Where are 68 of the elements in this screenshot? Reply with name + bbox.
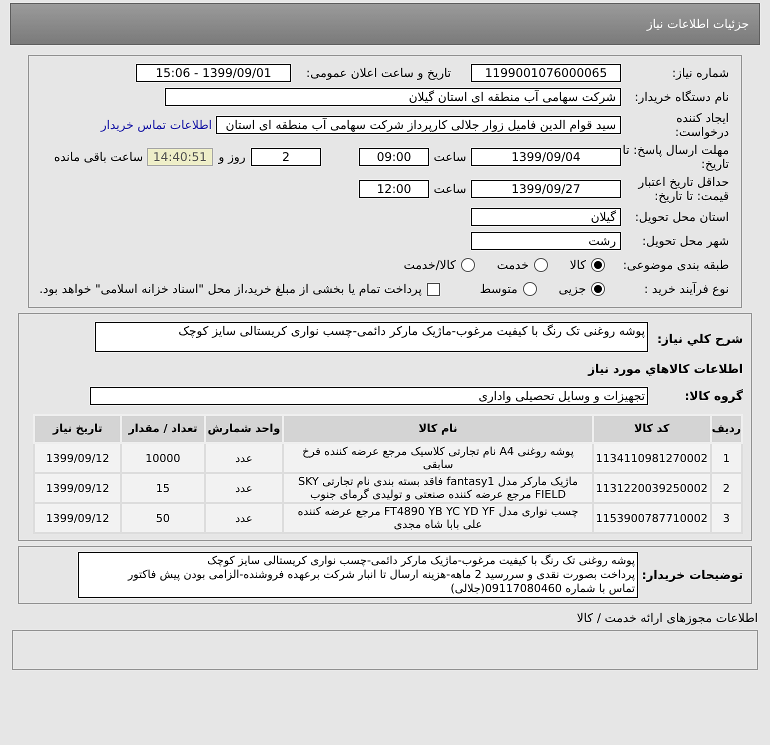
page-title: جزئیات اطلاعات نیاز xyxy=(646,16,749,33)
field-value: رشت xyxy=(471,232,621,250)
field-label: شرح کلي نياز: xyxy=(656,331,743,348)
field-value: گیلان xyxy=(471,208,621,226)
column-header: ردیف xyxy=(710,415,742,443)
option-label: کالا/خدمت xyxy=(404,257,456,274)
field-value: شرکت سهامی آب منطقه ای استان گیلان xyxy=(165,88,621,106)
field-label: توضیحات خریدار: xyxy=(640,567,743,584)
option-label: جزیی xyxy=(558,281,586,298)
contact-link[interactable]: اطلاعات تماس خریدار xyxy=(100,116,212,134)
field-label: تاریخ و ساعت اعلان عمومی: xyxy=(305,66,451,80)
field-value: 14:40:51 xyxy=(147,148,213,166)
field-value: 09:00 xyxy=(359,148,429,166)
table-cell: 1134110981270002 xyxy=(592,443,711,473)
column-header: کد کالا xyxy=(592,415,711,443)
table-cell: عدد xyxy=(204,503,284,533)
table-cell: 1399/09/12 xyxy=(34,443,122,473)
field-label: ایجاد کننده درخواست: xyxy=(674,111,729,139)
field-label: ساعت باقی مانده xyxy=(54,149,143,166)
field-value: 12:00 xyxy=(359,180,429,198)
table-cell: 1131220039250002 xyxy=(592,473,711,503)
table-cell: 50 xyxy=(121,503,205,533)
column-header: تعداد / مقدار xyxy=(121,415,205,443)
table-cell: 3 xyxy=(710,503,742,533)
option-label: خدمت xyxy=(496,257,529,274)
field-label: ساعت xyxy=(432,149,468,166)
option-label: متوسط xyxy=(480,281,518,298)
field-label: مهلت ارسال پاسخ: تا تاریخ: xyxy=(621,143,729,171)
table-cell: 2 xyxy=(710,473,742,503)
field-value: 1399/09/27 xyxy=(471,180,621,198)
field-label: حداقل تاریخ اعتبار قیمت: تا تاریخ: xyxy=(636,175,729,203)
field-label: شهر محل تحویل: xyxy=(641,234,729,248)
field-label: ساعت xyxy=(432,181,468,198)
field-value: سید قوام الدین فامیل زوار جلالی کارپرداز شرکت سهامی آب منطقه ای استان xyxy=(216,116,621,134)
option-label: کالا xyxy=(570,257,586,274)
option-label: پرداخت تمام یا بخشی از مبلغ خرید،از محل "اسناد خزانه اسلامی" خواهد بود. xyxy=(39,281,422,298)
field-label: نام دستگاه خریدار: xyxy=(634,90,729,104)
section-title: اطلاعات مجوزهای ارائه خدمت / کالا xyxy=(576,610,759,627)
table-cell: چسب نواری مدل FT4890 YB YC YD YF مرجع عرضه کننده علی بابا شاه مجدی xyxy=(283,503,593,533)
field-value: تجهیزات و وسایل تحصیلی واداری xyxy=(90,387,648,405)
table-cell: 10000 xyxy=(121,443,205,473)
section-title: اطلاعات کالاهاي مورد نياز xyxy=(586,361,743,378)
table-cell: 15 xyxy=(121,473,205,503)
field-label: نوع فرآیند خرید : xyxy=(643,282,729,296)
field-label: طبقه بندی موضوعی: xyxy=(622,258,729,272)
field-label: شماره نیاز: xyxy=(671,66,729,80)
field-label: گروه کالا: xyxy=(684,389,743,403)
table-cell: 1399/09/12 xyxy=(34,473,122,503)
table-cell: پوشه روغنی A4 نام تجارتی کلاسیک مرجع عرضه کننده فرخ سابقی xyxy=(283,443,593,473)
table-cell: عدد xyxy=(204,473,284,503)
field-value: 1399/09/01 - 15:06 xyxy=(136,64,291,82)
field-label: روز و xyxy=(217,149,246,166)
notes-line: تماس با شماره 09117080460(جلالی) xyxy=(449,582,635,596)
field-label: استان محل تحویل: xyxy=(634,210,729,224)
field-value: 1399/09/04 xyxy=(471,148,621,166)
summary-field: پوشه روغنی تک رنگ با کیفیت مرغوب-ماژیک مارکر دائمی-چسب نواری کریستالی سایز کوچک xyxy=(95,322,648,352)
column-header: تاریخ نیاز xyxy=(34,415,122,443)
table-cell: 1153900787710002 xyxy=(592,503,711,533)
column-header: واحد شمارش xyxy=(204,415,284,443)
notes-line: پوشه روغنی تک رنگ با کیفیت مرغوب-ماژیک مارکر دائمی-چسب نواری کریستالی سایز کوچک xyxy=(206,554,635,568)
column-header: نام کالا xyxy=(283,415,593,443)
table-cell: 1399/09/12 xyxy=(34,503,122,533)
notes-line: پرداخت بصورت نقدی و سررسید 2 ماهه-هزینه ارسال تا انبار شرکت برعهده فروشنده-الزامی بودن پیش فاکتور xyxy=(126,568,635,582)
table-cell: 1 xyxy=(710,443,742,473)
table-cell: عدد xyxy=(204,443,284,473)
field-value: 2 xyxy=(251,148,321,166)
table-cell: ماژیک مارکر مدل fantasy1 فاقد بسته بندی نام تجارتی SKY FIELD مرجع عرضه کننده صنعتی و تولیدی گرمای جنوب xyxy=(283,473,593,503)
field-value: 1199001076000065 xyxy=(471,64,621,82)
